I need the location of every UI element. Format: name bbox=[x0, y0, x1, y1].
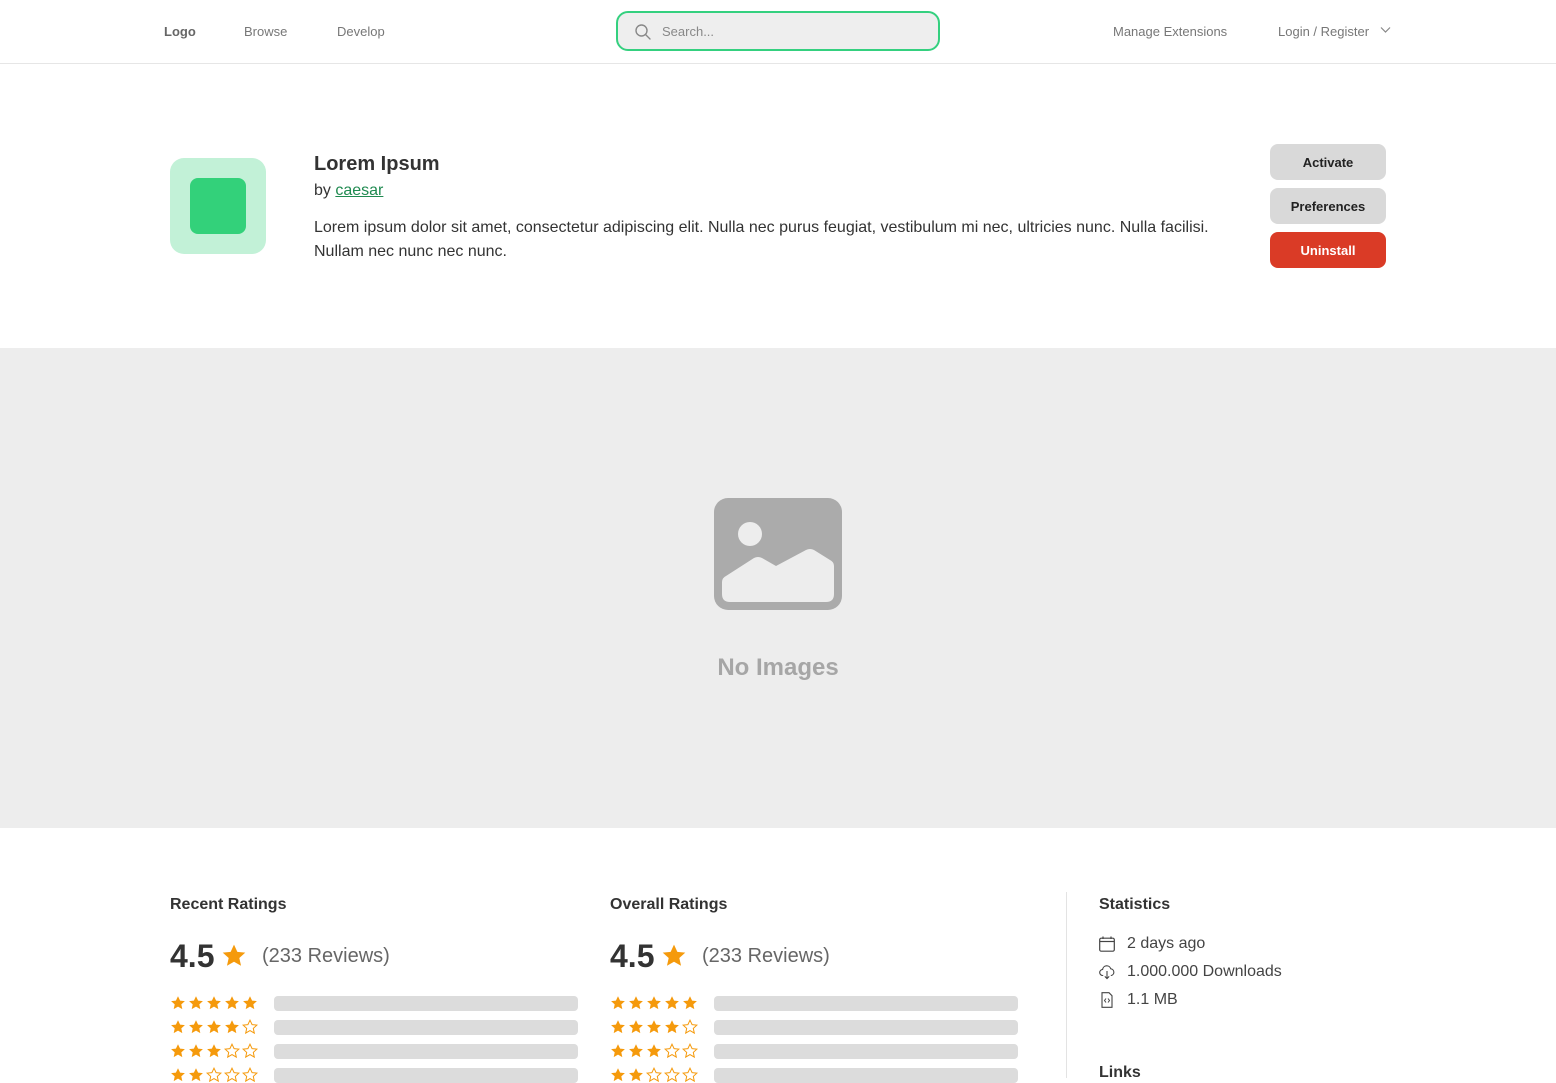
star-outline-icon bbox=[682, 1067, 698, 1083]
cloud-download-icon bbox=[1099, 965, 1115, 980]
star-filled-icon bbox=[171, 1068, 185, 1082]
browse-link[interactable]: Browse bbox=[244, 24, 287, 39]
star-filled-icon bbox=[207, 1020, 221, 1034]
star-filled-icon bbox=[225, 1020, 239, 1034]
manage-extensions-link[interactable]: Manage Extensions bbox=[1113, 24, 1227, 39]
star-filled-icon bbox=[629, 996, 643, 1010]
recent-row-5-stars bbox=[170, 995, 258, 1011]
overall-ratings-title: Overall Ratings bbox=[610, 896, 728, 913]
star-filled-icon bbox=[611, 1044, 625, 1058]
star-filled-icon bbox=[611, 996, 625, 1010]
star-filled-icon bbox=[207, 996, 221, 1010]
stat-size: 1.1 MB bbox=[1099, 991, 1178, 1009]
overall-bar-3 bbox=[714, 1044, 1018, 1059]
star-filled-icon bbox=[225, 996, 239, 1010]
overall-score: 4.5 bbox=[610, 938, 655, 974]
star-filled-icon bbox=[611, 1068, 625, 1082]
star-icon bbox=[662, 944, 686, 966]
extension-icon bbox=[170, 158, 266, 254]
star-outline-icon bbox=[664, 1043, 680, 1059]
star-filled-icon bbox=[647, 1020, 661, 1034]
star-outline-icon bbox=[242, 1043, 258, 1059]
stat-size-value: 1.1 MB bbox=[1127, 991, 1178, 1008]
extension-title: Lorem Ipsum bbox=[314, 153, 440, 175]
star-filled-icon bbox=[683, 996, 697, 1010]
preferences-button[interactable]: Preferences bbox=[1270, 188, 1386, 224]
activate-button[interactable]: Activate bbox=[1270, 144, 1386, 180]
recent-bar-3 bbox=[274, 1044, 578, 1059]
recent-row-2-stars bbox=[170, 1067, 258, 1083]
chevron-down-icon[interactable] bbox=[1380, 26, 1391, 34]
author-prefix: by bbox=[314, 182, 331, 199]
star-filled-icon bbox=[647, 996, 661, 1010]
star-outline-icon bbox=[682, 1019, 698, 1035]
develop-link[interactable]: Develop bbox=[337, 24, 385, 39]
star-filled-icon bbox=[207, 1044, 221, 1058]
overall-row-2-stars bbox=[610, 1067, 698, 1083]
star-filled-icon bbox=[189, 996, 203, 1010]
extension-description: Lorem ipsum dolor sit amet, consectetur … bbox=[314, 219, 1209, 260]
star-filled-icon bbox=[243, 996, 257, 1010]
image-placeholder-icon bbox=[714, 498, 842, 610]
star-filled-icon bbox=[171, 996, 185, 1010]
recent-bar-5 bbox=[274, 996, 578, 1011]
star-icon bbox=[222, 944, 246, 966]
star-filled-icon bbox=[647, 1044, 661, 1058]
recent-bar-4 bbox=[274, 1020, 578, 1035]
star-outline-icon bbox=[682, 1043, 698, 1059]
star-filled-icon bbox=[189, 1068, 203, 1082]
recent-row-4-stars bbox=[170, 1019, 258, 1035]
star-filled-icon bbox=[171, 1020, 185, 1034]
overall-bar-5 bbox=[714, 996, 1018, 1011]
overall-row-3-stars bbox=[610, 1043, 698, 1059]
star-outline-icon bbox=[206, 1067, 222, 1083]
overall-row-4-stars bbox=[610, 1019, 698, 1035]
extension-author: by caesar bbox=[314, 182, 383, 200]
search-input[interactable] bbox=[662, 21, 922, 41]
no-images-label: No Images bbox=[717, 654, 839, 681]
stat-downloads-value: 1.000.000 Downloads bbox=[1127, 963, 1282, 980]
recent-review-count: (233 Reviews) bbox=[262, 945, 390, 967]
calendar-icon bbox=[1099, 936, 1115, 952]
author-link[interactable]: caesar bbox=[335, 182, 383, 199]
star-filled-icon bbox=[629, 1020, 643, 1034]
overall-review-count: (233 Reviews) bbox=[702, 945, 830, 967]
uninstall-button[interactable]: Uninstall bbox=[1270, 232, 1386, 268]
star-filled-icon bbox=[189, 1044, 203, 1058]
recent-bar-2 bbox=[274, 1068, 578, 1083]
statistics-title: Statistics bbox=[1099, 896, 1171, 913]
star-filled-icon bbox=[171, 1044, 185, 1058]
stat-updated-value: 2 days ago bbox=[1127, 935, 1206, 952]
star-outline-icon bbox=[242, 1019, 258, 1035]
overall-row-5-stars bbox=[610, 995, 698, 1011]
star-filled-icon bbox=[611, 1020, 625, 1034]
search-box bbox=[616, 11, 940, 51]
star-filled-icon bbox=[189, 1020, 203, 1034]
image-gallery: No Images bbox=[0, 348, 1556, 828]
star-outline-icon bbox=[224, 1067, 240, 1083]
logo-link[interactable]: Logo bbox=[164, 24, 196, 39]
recent-ratings-title: Recent Ratings bbox=[170, 896, 287, 913]
section-divider bbox=[1066, 892, 1067, 1078]
star-filled-icon bbox=[629, 1068, 643, 1082]
top-navigation: Logo Browse Develop Manage Extensions Lo… bbox=[0, 0, 1556, 64]
star-outline-icon bbox=[646, 1067, 662, 1083]
star-outline-icon bbox=[224, 1043, 240, 1059]
star-filled-icon bbox=[629, 1044, 643, 1058]
file-code-icon bbox=[1101, 992, 1113, 1008]
search-icon bbox=[635, 24, 651, 40]
login-register-link[interactable]: Login / Register bbox=[1278, 24, 1369, 39]
links-title: Links bbox=[1099, 1064, 1141, 1081]
recent-row-3-stars bbox=[170, 1043, 258, 1059]
overall-bar-4 bbox=[714, 1020, 1018, 1035]
stat-downloads: 1.000.000 Downloads bbox=[1099, 963, 1282, 981]
stat-updated: 2 days ago bbox=[1099, 935, 1205, 953]
star-outline-icon bbox=[664, 1067, 680, 1083]
recent-score: 4.5 bbox=[170, 938, 215, 974]
extension-icon-inner bbox=[190, 178, 246, 234]
overall-bar-2 bbox=[714, 1068, 1018, 1083]
star-filled-icon bbox=[665, 996, 679, 1010]
star-filled-icon bbox=[665, 1020, 679, 1034]
star-outline-icon bbox=[242, 1067, 258, 1083]
